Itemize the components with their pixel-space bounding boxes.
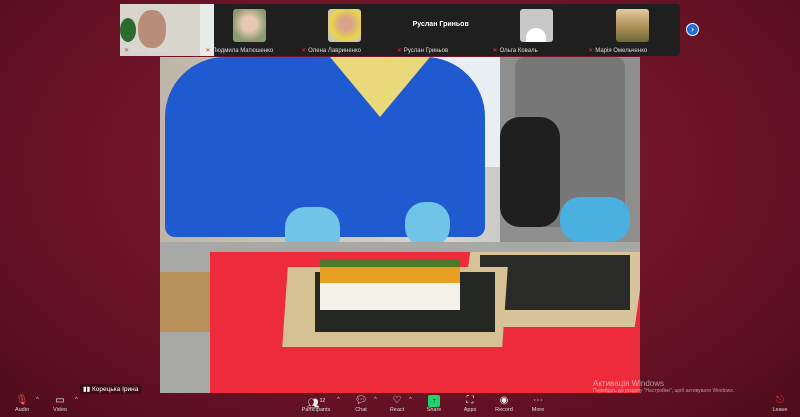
participant-tile[interactable]: Руслан Гриньов ✕ Руслан Гриньов bbox=[393, 4, 489, 56]
audio-options-caret[interactable]: ^ bbox=[36, 397, 39, 403]
apps-icon: ⛶ bbox=[466, 395, 474, 406]
participant-tile[interactable]: ✕ Олена Лавриненко bbox=[297, 4, 393, 56]
record-icon: ◉ bbox=[499, 395, 509, 406]
default-avatar-icon bbox=[519, 8, 553, 42]
participant-photo bbox=[328, 8, 362, 42]
participant-name: ✕ Олег Кульчак bbox=[124, 48, 169, 54]
react-options-caret[interactable]: ^ bbox=[409, 397, 412, 403]
participants-button[interactable]: 👥︎12 Participants bbox=[296, 395, 336, 413]
video-button[interactable]: ▭ Video bbox=[40, 395, 80, 413]
participant-tile[interactable]: ✕ Олег Кульчак bbox=[120, 4, 214, 56]
participant-tile[interactable]: ✕ Марія Омельченко bbox=[584, 4, 680, 56]
next-page-button[interactable]: › bbox=[686, 23, 699, 36]
leave-icon: ⎋ bbox=[776, 395, 784, 406]
participant-strip: ✕ Олег Кульчак ✕ Людмила Матюшенко ✕ Олена … bbox=[120, 4, 680, 56]
participants-icon: 👥︎12 bbox=[306, 398, 326, 410]
video-camera-icon: ▭ bbox=[55, 395, 65, 406]
active-speaker-label: ▮▮ Корецька Ірина bbox=[80, 384, 142, 394]
participant-tile[interactable]: ✕ Ольга Коваль bbox=[489, 4, 585, 56]
participant-name: ✕ Олена Лавриненко bbox=[301, 48, 362, 54]
participants-options-caret[interactable]: ^ bbox=[337, 397, 340, 403]
meeting-toolbar: 🎙︎ Audio ^ ▭ Video ^ 👥︎12 Participants ^ 💬︎… bbox=[0, 394, 800, 417]
more-button[interactable]: ⋯ More bbox=[518, 395, 558, 413]
main-video bbox=[160, 57, 640, 393]
share-button[interactable]: ↑ Share bbox=[414, 395, 454, 413]
participant-photo bbox=[232, 8, 266, 42]
muted-mic-icon: 🎙︎ bbox=[15, 395, 29, 406]
participant-name: ✕ Ольга Коваль bbox=[492, 48, 538, 54]
participant-name: ✕ Марія Омельченко bbox=[588, 48, 648, 54]
participant-display-name: Руслан Гриньов bbox=[412, 20, 469, 28]
windows-activation-watermark: Активація Windows Перейдіть до розділу "… bbox=[593, 379, 735, 394]
more-icon: ⋯ bbox=[533, 395, 543, 406]
participant-name: ✕ Людмила Матюшенко bbox=[205, 48, 274, 54]
video-options-caret[interactable]: ^ bbox=[75, 397, 78, 403]
leave-button[interactable]: ⎋ Leave bbox=[760, 395, 800, 413]
participant-name: ✕ Руслан Гриньов bbox=[396, 48, 449, 54]
participant-photo bbox=[615, 8, 649, 42]
participant-tile[interactable]: ✕ Людмила Матюшенко bbox=[201, 4, 297, 56]
share-screen-icon: ↑ bbox=[428, 395, 440, 407]
chat-icon: 💬︎ bbox=[354, 395, 368, 406]
heart-icon: ♡ bbox=[392, 395, 402, 406]
